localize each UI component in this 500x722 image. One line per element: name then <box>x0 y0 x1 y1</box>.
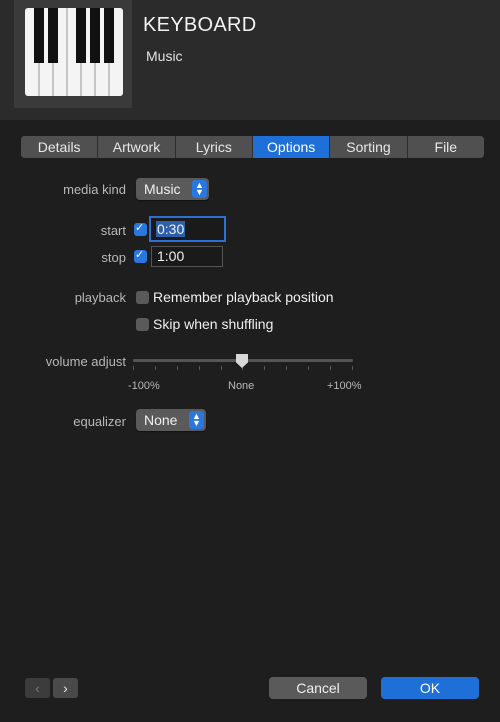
ok-button[interactable]: OK <box>381 677 479 699</box>
slider-tick <box>177 366 178 370</box>
checkmark-icon: ✓ <box>135 249 145 261</box>
song-title: KEYBOARD <box>143 14 257 36</box>
slider-tick <box>264 366 265 370</box>
song-subtitle: Music <box>146 48 183 64</box>
get-info-window: KEYBOARD Music Details Artwork Lyrics Op… <box>0 0 500 722</box>
slider-tick <box>199 366 200 370</box>
start-label: start <box>100 223 126 238</box>
media-kind-value: Music <box>144 181 181 197</box>
skip-shuffling-label[interactable]: Skip when shuffling <box>153 316 273 332</box>
playback-label: playback <box>74 290 126 305</box>
equalizer-popup[interactable]: None ▲ ▼ <box>136 409 206 431</box>
up-down-chevron-icon: ▲ ▼ <box>192 180 207 198</box>
slider-tick <box>133 366 134 370</box>
slider-tick <box>308 366 309 370</box>
remember-position-checkbox[interactable] <box>136 291 149 304</box>
piano-keys-artwork <box>14 0 132 108</box>
volume-slider-thumb[interactable] <box>236 354 248 368</box>
slider-tick <box>155 366 156 370</box>
slider-tick <box>221 366 222 370</box>
up-down-chevron-icon: ▲ ▼ <box>189 411 204 429</box>
volume-max-label: +100% <box>327 380 362 392</box>
remember-position-label[interactable]: Remember playback position <box>153 289 334 305</box>
volume-adjust-label: volume adjust <box>45 354 126 369</box>
tab-artwork[interactable]: Artwork <box>98 136 176 158</box>
header: KEYBOARD Music <box>0 0 500 120</box>
volume-mid-label: None <box>228 380 255 392</box>
slider-tick <box>286 366 287 370</box>
start-time-value: 0:30 <box>156 221 186 237</box>
tab-bar: Details Artwork Lyrics Options Sorting F… <box>21 136 484 158</box>
previous-button[interactable]: ‹ <box>25 678 50 698</box>
stop-time-value: 1:00 <box>157 248 185 264</box>
slider-tick <box>330 366 331 370</box>
next-button[interactable]: › <box>53 678 78 698</box>
slider-tick <box>352 366 353 370</box>
tab-details[interactable]: Details <box>21 136 99 158</box>
tab-lyrics[interactable]: Lyrics <box>175 136 253 158</box>
equalizer-label: equalizer <box>73 414 126 429</box>
start-time-field[interactable]: 0:30 <box>149 216 226 242</box>
stop-time-field[interactable]: 1:00 <box>151 246 223 267</box>
checkmark-icon: ✓ <box>135 222 145 234</box>
start-checkbox[interactable]: ✓ <box>134 222 147 236</box>
tab-file[interactable]: File <box>407 136 484 158</box>
equalizer-value: None <box>144 412 178 428</box>
volume-min-label: -100% <box>128 380 160 392</box>
cancel-button[interactable]: Cancel <box>269 677 367 699</box>
tab-sorting[interactable]: Sorting <box>330 136 408 158</box>
stop-label: stop <box>101 250 126 265</box>
stop-checkbox[interactable]: ✓ <box>134 249 147 263</box>
chevron-left-icon: ‹ <box>35 680 40 696</box>
skip-shuffling-checkbox[interactable] <box>136 318 149 331</box>
media-kind-popup[interactable]: Music ▲ ▼ <box>136 178 209 200</box>
chevron-right-icon: › <box>63 680 68 696</box>
tab-options[interactable]: Options <box>252 136 331 158</box>
media-kind-label: media kind <box>63 182 126 197</box>
